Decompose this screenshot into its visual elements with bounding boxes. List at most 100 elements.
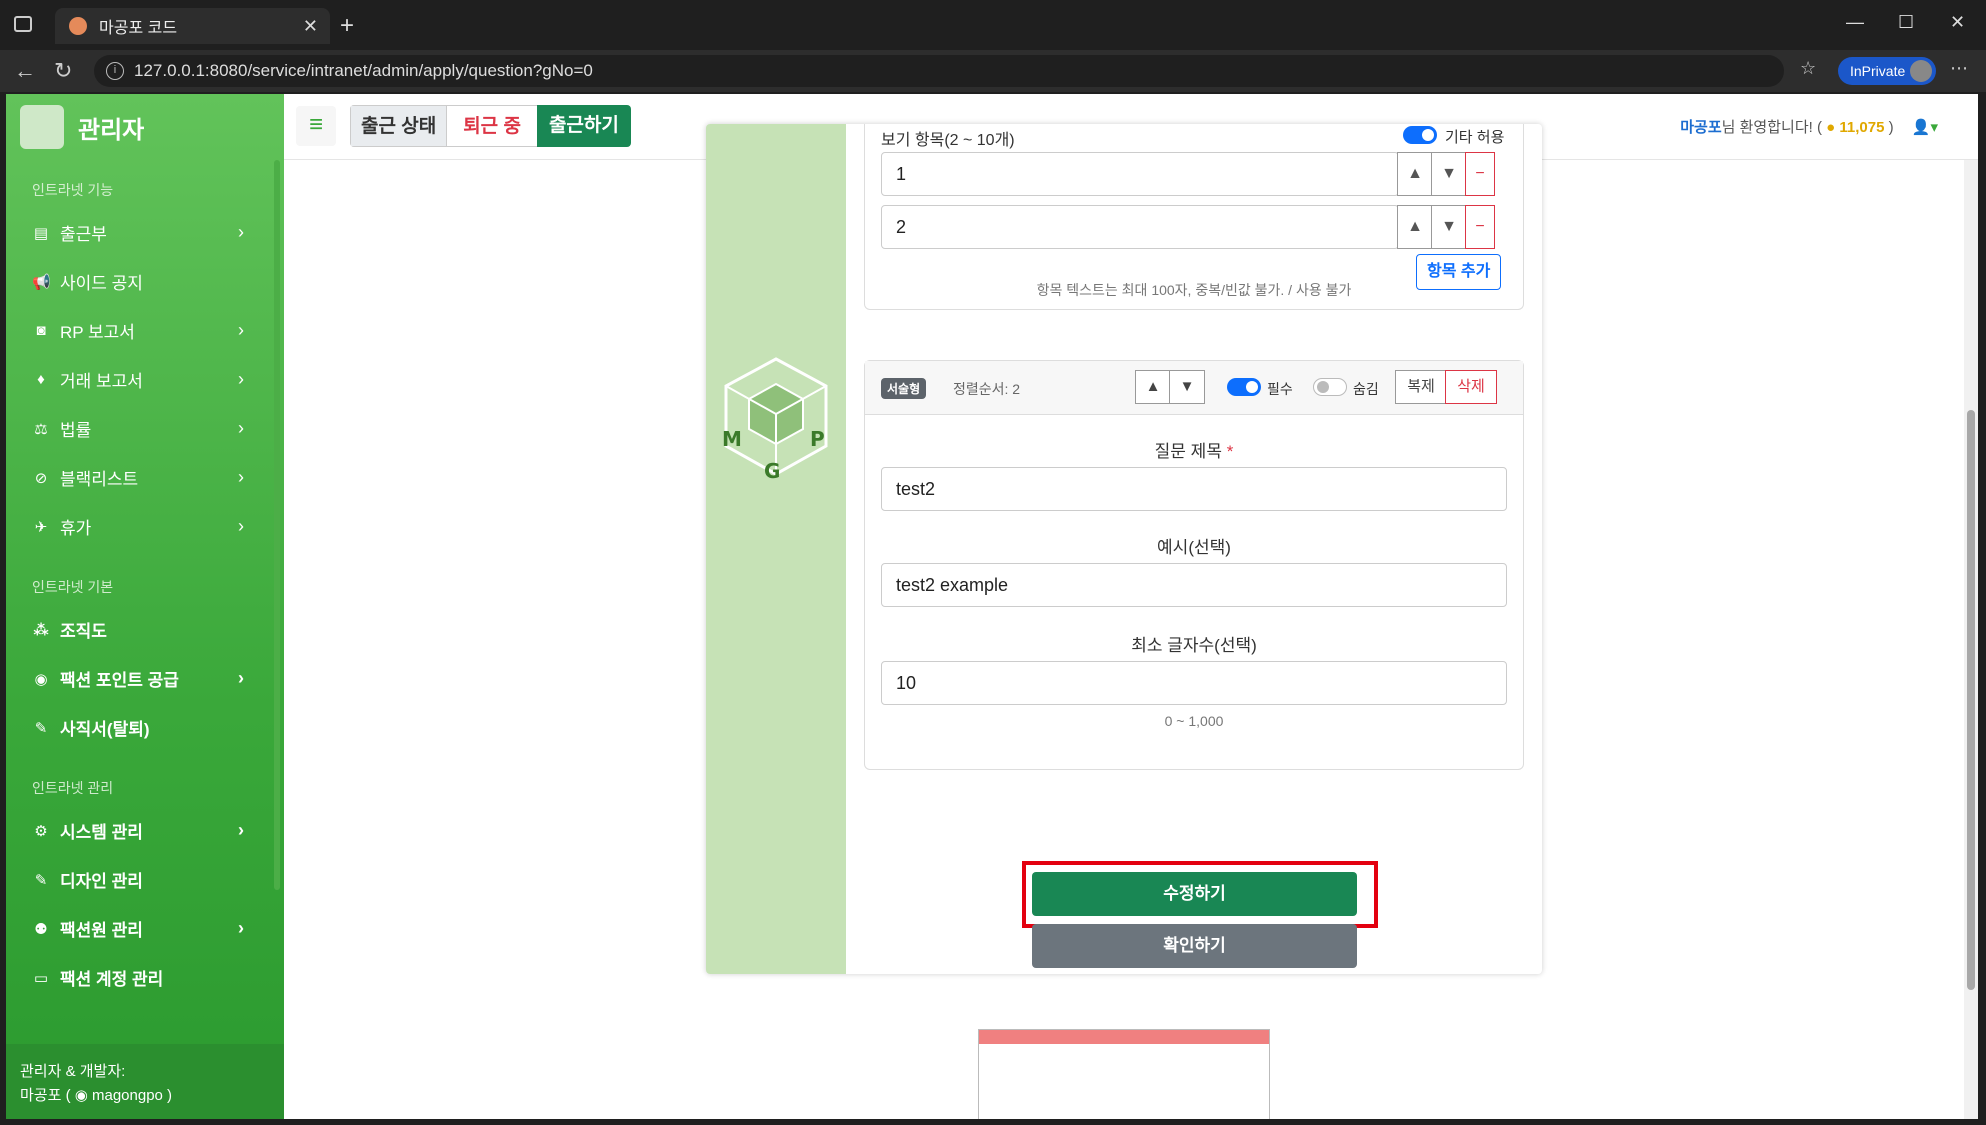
sidebar-item-label: RP 보고서	[60, 323, 135, 342]
page-viewport: 관리자 인트라넷 기능 ▤ 출근부 › 📢 사이드 공지 ◙ RP 보고서 › ♦ 거래 보고서 › ⚖…	[6, 94, 1978, 1119]
allow-other-label: 기타 허용	[1445, 129, 1505, 146]
move-down-icon[interactable]: ▼	[1169, 370, 1205, 404]
min-chars-range: 0 ~ 1,000	[1164, 713, 1224, 729]
back-icon[interactable]: ←	[14, 58, 36, 84]
checkin-button[interactable]: 출근하기	[536, 105, 631, 147]
move-up-icon[interactable]: ▲	[1135, 370, 1171, 404]
sidebar-brand[interactable]: 관리자	[6, 94, 284, 160]
user-gear-icon: ⚉	[34, 920, 48, 938]
profile-avatar	[1910, 60, 1932, 82]
sidebar-item-label: 팩션 포인트 공급	[60, 671, 179, 690]
status-value: 퇴근 중	[447, 105, 537, 147]
scrollbar-thumb[interactable]	[1967, 410, 1975, 990]
user-menu-icon[interactable]: 👤▾	[1912, 119, 1938, 136]
address-bar-row: ← ↻ i 127.0.0.1:8080/service/intranet/ad…	[0, 50, 1986, 92]
sidebar-item[interactable]: ⊘ 블랙리스트 ›	[6, 453, 284, 502]
site-info-icon[interactable]: i	[106, 62, 124, 80]
window-close-icon[interactable]: ✕	[1950, 12, 1965, 33]
sidebar-item-label: 출근부	[60, 225, 107, 244]
favorites-icon[interactable]: ☆	[1800, 58, 1816, 79]
title-label-text: 질문 제목	[1154, 442, 1222, 461]
plane-icon: ✈	[34, 518, 48, 536]
close-tab-icon[interactable]: ✕	[303, 16, 318, 37]
maximize-icon[interactable]: ☐	[1898, 12, 1914, 33]
allow-other-toggle[interactable]	[1403, 126, 1437, 144]
pen-icon: ✎	[34, 871, 48, 889]
sidebar-item[interactable]: ▭ 팩션 계정 관리	[6, 953, 284, 1002]
sort-order-text: 정렬순서: 2	[953, 381, 1021, 397]
hidden-toggle[interactable]	[1313, 378, 1347, 396]
example-input[interactable]: test2 example	[881, 563, 1507, 607]
sidebar-item[interactable]: ⁂ 조직도	[6, 605, 284, 654]
question-editor-card: M G P 보기 항목(2 ~ 10개) 기타 허용 1 ▲ ▼ − 2 ▲ ▼…	[706, 124, 1542, 974]
reload-icon[interactable]: ↻	[54, 58, 72, 84]
required-toggle[interactable]	[1227, 378, 1261, 396]
move-up-icon[interactable]: ▲	[1397, 205, 1433, 249]
feather-icon: ✎	[34, 719, 48, 737]
status-label: 출근 상태	[350, 105, 448, 147]
sidebar-item-label: 시스템 관리	[60, 823, 143, 842]
options-label: 보기 항목(2 ~ 10개)	[881, 132, 1015, 149]
sidebar-item[interactable]: ◙ RP 보고서 ›	[6, 306, 284, 355]
brand-logo	[20, 105, 64, 149]
chevron-right-icon: ›	[238, 918, 244, 938]
gamepad-icon: ◙	[36, 322, 46, 339]
confirm-button[interactable]: 확인하기	[1032, 924, 1357, 968]
coins-icon: ◉	[34, 670, 48, 688]
ban-icon: ⊘	[34, 469, 48, 487]
option-input-2[interactable]: 2	[881, 205, 1399, 249]
sidebar-item[interactable]: ⚖ 법률 ›	[6, 404, 284, 453]
chevron-right-icon: ›	[238, 320, 244, 340]
sidebar-item[interactable]: ♦ 거래 보고서 ›	[6, 355, 284, 404]
option-input-1[interactable]: 1	[881, 152, 1399, 196]
sidebar-toggle-icon[interactable]	[14, 16, 32, 32]
card-side-stripe: M G P	[706, 124, 846, 974]
move-down-icon[interactable]: ▼	[1431, 205, 1467, 249]
favicon-icon	[69, 17, 87, 35]
sitemap-icon: ⁂	[33, 621, 49, 639]
sidebar-item[interactable]: ✈ 휴가 ›	[6, 502, 284, 551]
discord-icon: ◉	[74, 1087, 92, 1104]
question2-header: 서술형 정렬순서: 2 ▲ ▼ 필수 숨김 복제 삭제	[865, 361, 1523, 415]
inprivate-label: InPrivate	[1850, 63, 1906, 79]
title-input[interactable]: test2	[881, 467, 1507, 511]
more-menu-icon[interactable]: ⋯	[1950, 58, 1968, 79]
inprivate-badge[interactable]: InPrivate	[1838, 57, 1936, 85]
chevron-right-icon: ›	[238, 516, 244, 536]
book-icon: ▤	[33, 224, 49, 242]
modify-button[interactable]: 수정하기	[1032, 872, 1357, 916]
sidebar-item[interactable]: ◉ 팩션 포인트 공급 ›	[6, 654, 284, 703]
url-field[interactable]: i 127.0.0.1:8080/service/intranet/admin/…	[94, 55, 1784, 87]
question-type-badge: 서술형	[881, 378, 927, 399]
chevron-right-icon: ›	[238, 369, 244, 389]
menu-toggle-icon[interactable]: ≡	[296, 106, 336, 146]
delete-button[interactable]: 삭제	[1445, 370, 1497, 404]
chevron-right-icon: ›	[238, 222, 244, 242]
options-hint: 항목 텍스트는 최대 100자, 중복/빈값 불가. / 사용 불가	[1036, 282, 1352, 298]
sidebar-item-label: 팩션원 관리	[60, 921, 143, 940]
welcome-message: 마공포님 환영합니다! ( ● 11,075 ) 👤▾	[1680, 116, 1938, 137]
sidebar-item[interactable]: ⚉ 팩션원 관리 ›	[6, 904, 284, 953]
sidebar-scrollbar[interactable]	[274, 160, 280, 890]
move-up-icon[interactable]: ▲	[1397, 152, 1433, 196]
sidebar-item[interactable]: 📢 사이드 공지	[6, 257, 284, 306]
sidebar-item[interactable]: ▤ 출근부 ›	[6, 208, 284, 257]
sidebar-section-title: 인트라넷 관리	[32, 780, 114, 796]
remove-option-button[interactable]: −	[1465, 205, 1495, 249]
minimize-icon[interactable]: —	[1846, 12, 1864, 33]
preview-card	[978, 1029, 1270, 1119]
copy-button[interactable]: 복제	[1395, 370, 1447, 404]
browser-tab[interactable]: 마공포 코드 ✕	[55, 8, 330, 44]
sidebar-item-label: 휴가	[60, 519, 92, 538]
new-tab-icon[interactable]: +	[340, 12, 354, 40]
remove-option-button[interactable]: −	[1465, 152, 1495, 196]
move-down-icon[interactable]: ▼	[1431, 152, 1467, 196]
sidebar-item[interactable]: ✎ 사직서(탈퇴)	[6, 703, 284, 752]
page-scrollbar[interactable]	[1964, 160, 1978, 1119]
min-chars-input[interactable]: 10	[881, 661, 1507, 705]
megaphone-icon: 📢	[32, 273, 51, 291]
question1-panel: 보기 항목(2 ~ 10개) 기타 허용 1 ▲ ▼ − 2 ▲ ▼ − 항목 …	[864, 124, 1524, 310]
footer-credit-name: 마공포 ( ◉ magongpo )	[20, 1084, 270, 1108]
sidebar-item[interactable]: ⚙ 시스템 관리 ›	[6, 806, 284, 855]
sidebar-item[interactable]: ✎ 디자인 관리	[6, 855, 284, 904]
